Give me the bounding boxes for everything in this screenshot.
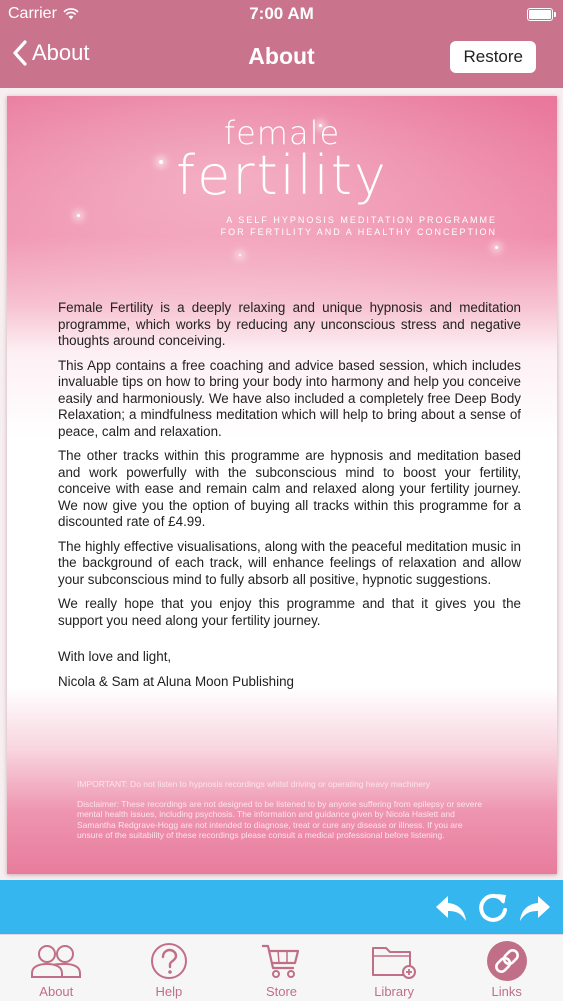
brand-subtitle-line-2: FOR FERTILITY AND A HEALTHY CONCEPTION [220, 227, 497, 237]
cart-icon [262, 944, 300, 978]
about-paragraph-4: The highly effective visualisations, alo… [58, 538, 521, 587]
link-icon [486, 941, 527, 981]
sparkle [495, 246, 498, 249]
media-controls [433, 890, 553, 926]
content-frame: female fertility A SELF HYPNOSIS MEDITAT… [0, 88, 563, 880]
sparkle [77, 214, 80, 217]
tab-label: Links [491, 984, 522, 999]
tab-links[interactable]: Links [450, 935, 563, 1001]
back-track-button[interactable] [433, 890, 469, 926]
back-button[interactable]: About [12, 40, 90, 66]
brand-subtitle-line-1: A SELF HYPNOSIS MEDITATION PROGRAMME [226, 215, 497, 225]
refresh-button[interactable] [475, 890, 511, 926]
important-note: IMPORTANT: Do not listen to hypnosis rec… [77, 779, 431, 789]
tab-label: Help [155, 984, 183, 999]
about-paragraph-3: The other tracks within this programme a… [58, 448, 521, 529]
brand-title-fertility: fertility [176, 144, 388, 207]
refresh-icon [479, 893, 507, 922]
tab-label: Store [265, 984, 298, 999]
card-notes: IMPORTANT: Do not listen to hypnosis rec… [77, 779, 489, 850]
tab-label: About [39, 984, 74, 999]
status-bar: Carrier 7:00 AM [0, 0, 563, 30]
about-card: female fertility A SELF HYPNOSIS MEDITAT… [7, 96, 557, 874]
tab-bar: About Help Store Library Links [0, 934, 563, 1001]
forward-arrow-icon [520, 896, 550, 921]
signature: Nicola & Sam at Aluna Moon Publishing [58, 673, 294, 689]
tab-about[interactable]: About [0, 935, 113, 1001]
forward-track-button[interactable] [517, 890, 553, 926]
about-text: Female Fertility is a deeply relaxing an… [58, 300, 521, 698]
folder-add-icon [372, 947, 417, 979]
users-icon [31, 945, 82, 978]
about-paragraph-5: We really hope that you enjoy this progr… [58, 596, 521, 628]
disclaimer: Disclaimer: These recordings are not des… [77, 798, 483, 841]
status-time: 7:00 AM [249, 4, 314, 23]
reply-back-icon [436, 896, 466, 921]
sparkle [239, 254, 241, 256]
about-paragraph-2: This App contains a free coaching and ad… [58, 357, 521, 439]
tab-store[interactable]: Store [225, 935, 338, 1001]
navigation-bar: About About Restore [0, 30, 563, 88]
question-circle-icon [150, 943, 187, 979]
signoff: With love and light, [58, 649, 172, 664]
media-control-bar [0, 880, 563, 934]
brand-subtitle: A SELF HYPNOSIS MEDITATION PROGRAMME FOR… [127, 214, 497, 238]
tab-label: Library [374, 984, 414, 999]
restore-button[interactable]: Restore [450, 41, 536, 73]
tab-help[interactable]: Help [113, 935, 226, 1001]
chevron-left-icon [13, 40, 27, 66]
battery-icon [527, 8, 556, 21]
back-button-label: About [32, 40, 90, 65]
about-paragraph-1: Female Fertility is a deeply relaxing an… [58, 300, 521, 348]
tab-library[interactable]: Library [338, 935, 451, 1001]
